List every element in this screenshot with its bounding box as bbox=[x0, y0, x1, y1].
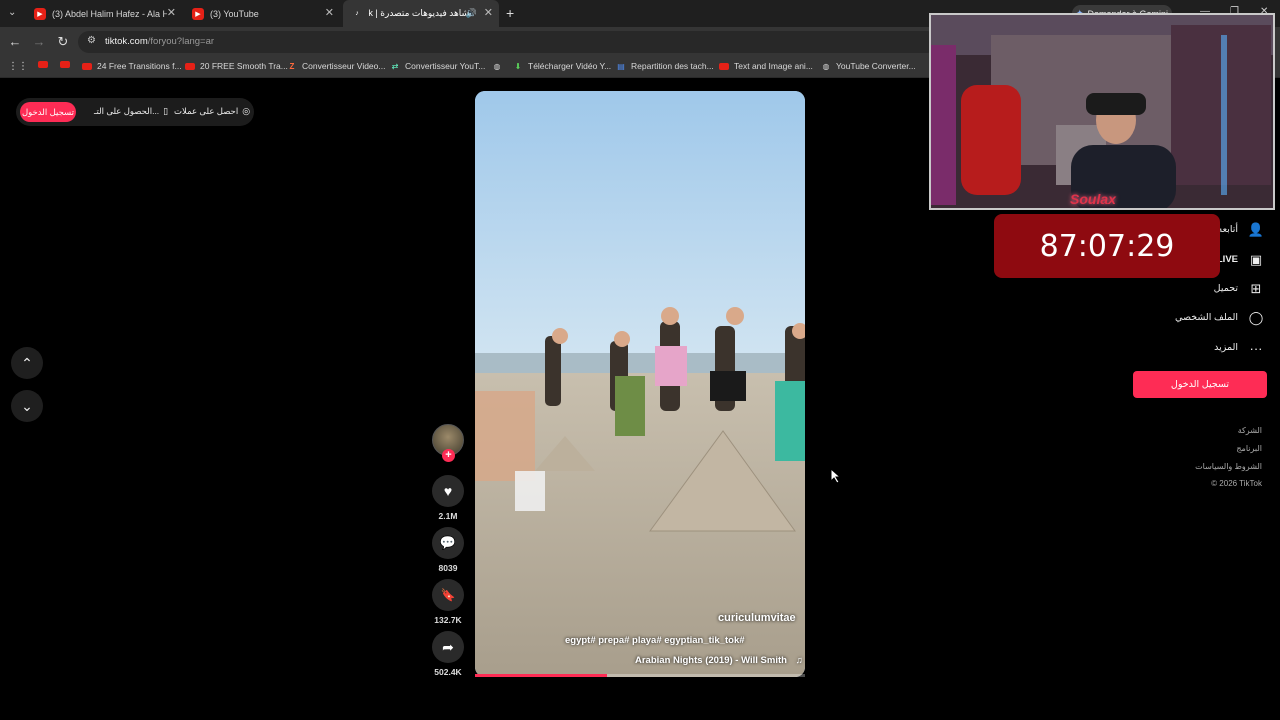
youtube-icon: ▶ bbox=[192, 7, 204, 20]
comment-icon: 💬 bbox=[439, 535, 457, 550]
youtube-icon bbox=[60, 61, 70, 68]
site-info-icon[interactable]: ⚙ bbox=[87, 35, 96, 46]
youtube-icon bbox=[719, 62, 729, 70]
bookmark-item[interactable]: ◍ bbox=[492, 61, 507, 71]
bookmark-item[interactable]: 24 Free Transitions f... bbox=[82, 61, 182, 71]
video-progress-fill bbox=[475, 674, 607, 677]
youtube-icon bbox=[82, 62, 92, 70]
share-icon: ➦ bbox=[442, 638, 454, 655]
bookmark-item[interactable]: ⬇ Télécharger Vidéo Y... bbox=[513, 61, 612, 71]
footer-company[interactable]: الشركة bbox=[1238, 426, 1262, 435]
bookmark-item[interactable]: Z Convertisseur Video... bbox=[287, 61, 386, 71]
mouse-cursor-icon bbox=[830, 468, 842, 484]
coin-icon: ◎ bbox=[242, 106, 251, 116]
bookmark-item[interactable]: Text and Image ani... bbox=[719, 61, 813, 71]
save-count: 132.7K bbox=[434, 615, 462, 625]
back-button[interactable]: ← bbox=[6, 33, 24, 51]
next-video-button[interactable]: ⌄ bbox=[11, 390, 43, 422]
like-count: 2.1M bbox=[438, 511, 458, 521]
chevron-down-icon: ⌄ bbox=[21, 397, 33, 414]
sidebar-login-button[interactable]: تسجيل الدخول bbox=[1133, 371, 1267, 398]
video-frame bbox=[475, 91, 805, 677]
globe-icon: ◍ bbox=[493, 61, 501, 71]
video-music[interactable]: Arabian Nights (2019) - Will Smith ♫ bbox=[635, 655, 803, 666]
more-icon[interactable]: ··· bbox=[1248, 340, 1264, 356]
bookmark-item[interactable] bbox=[38, 61, 53, 68]
bookmark-icon: 🔖 bbox=[440, 588, 456, 602]
globe-icon: ◍ bbox=[822, 61, 830, 71]
phone-icon: ▯ bbox=[163, 106, 169, 116]
url-text: tiktok.com/foryou?lang=ar bbox=[105, 36, 215, 47]
music-note-icon: ♫ bbox=[795, 655, 803, 666]
follow-plus-icon[interactable]: + bbox=[442, 449, 455, 462]
save-button[interactable]: 🔖 bbox=[432, 579, 464, 611]
close-tab-icon[interactable]: ✕ bbox=[325, 6, 334, 19]
previous-video-button[interactable]: ⌃ bbox=[11, 347, 43, 379]
convert-icon: ⇄ bbox=[391, 61, 399, 71]
youtube-icon: ▶ bbox=[34, 7, 46, 20]
youtube-icon bbox=[185, 62, 195, 70]
tab-youtube[interactable]: ▶ (3) YouTube ✕ bbox=[184, 0, 340, 27]
like-button[interactable]: ♥ bbox=[432, 475, 464, 507]
login-button-top[interactable]: تسجيل الدخول bbox=[20, 102, 76, 122]
tab-youtube-song[interactable]: ▶ (3) Abdel Halim Hafez - Ala Hes ✕ bbox=[26, 0, 182, 27]
footer-program[interactable]: البرنامج bbox=[1236, 444, 1262, 453]
new-tab-button[interactable]: + bbox=[506, 5, 514, 21]
download-icon: ⬇ bbox=[514, 61, 522, 71]
comment-button[interactable]: 💬 bbox=[432, 527, 464, 559]
video-author[interactable]: curiculumvitae bbox=[718, 612, 796, 624]
sidebar-item-more[interactable]: المزيد bbox=[1214, 342, 1238, 353]
footer-terms[interactable]: الشروط والسياسات bbox=[1195, 462, 1262, 471]
video-player[interactable] bbox=[475, 91, 805, 677]
bookmark-item[interactable]: ◍ YouTube Converter... bbox=[821, 61, 916, 71]
doc-icon: ▤ bbox=[617, 61, 625, 71]
following-icon[interactable]: 👤 bbox=[1248, 222, 1264, 238]
bookmark-item[interactable] bbox=[60, 61, 75, 68]
tab-list-icon[interactable]: ⌄ bbox=[8, 7, 16, 18]
heart-icon: ♥ bbox=[443, 483, 453, 499]
bookmark-item[interactable]: ▤ Repartition des tach... bbox=[616, 61, 713, 71]
apps-icon[interactable]: ⋮⋮ bbox=[8, 61, 28, 72]
youtube-icon bbox=[38, 61, 48, 68]
upload-icon[interactable]: ⊞ bbox=[1248, 281, 1264, 297]
webcam-frame bbox=[931, 15, 1273, 208]
sidebar-item-profile[interactable]: الملف الشخصي bbox=[1175, 312, 1238, 323]
footer-copyright: © 2026 TikTok bbox=[1211, 479, 1262, 488]
chevron-up-icon: ⌃ bbox=[21, 354, 33, 371]
z-icon: Z bbox=[289, 61, 295, 71]
tiktok-icon: ♪ bbox=[355, 10, 359, 17]
sidebar-item-upload[interactable]: تحميل bbox=[1214, 283, 1238, 294]
forward-button[interactable]: → bbox=[30, 33, 48, 51]
tab-tiktok[interactable]: ♪ شاهد فيديوهات متصدرة | TikTok 🔊 ✕ bbox=[343, 0, 499, 27]
reload-button[interactable]: ↻ bbox=[54, 33, 72, 51]
webcam-overlay bbox=[929, 13, 1275, 210]
live-icon[interactable]: ▣ bbox=[1248, 252, 1264, 268]
comment-count: 8039 bbox=[438, 563, 458, 573]
speaker-icon[interactable]: 🔊 bbox=[466, 8, 477, 19]
sidebar-item-live[interactable]: LIVE bbox=[1217, 254, 1238, 265]
get-app-button[interactable]: الحصول على التـ... ▯ bbox=[94, 106, 168, 117]
close-tab-icon[interactable]: ✕ bbox=[484, 6, 493, 19]
share-count: 502.4K bbox=[434, 667, 462, 677]
sidebar-item-following[interactable]: أتابعه bbox=[1218, 224, 1239, 235]
video-hashtags[interactable]: egypt# prepa# playa# egyptian_tik_tok# bbox=[565, 635, 745, 646]
close-tab-icon[interactable]: ✕ bbox=[167, 6, 176, 19]
streamer-name: Soulax bbox=[1070, 191, 1116, 207]
bookmark-item[interactable]: ⇄ Convertisseur YouT... bbox=[390, 61, 486, 71]
get-coins-button[interactable]: احصل على عملات ◎ bbox=[174, 106, 250, 117]
profile-icon[interactable]: ◯ bbox=[1248, 310, 1264, 326]
stream-timer: 87:07:29 bbox=[994, 214, 1220, 278]
bookmark-item[interactable]: 20 FREE Smooth Tra... bbox=[185, 61, 288, 71]
share-button[interactable]: ➦ bbox=[432, 631, 464, 663]
